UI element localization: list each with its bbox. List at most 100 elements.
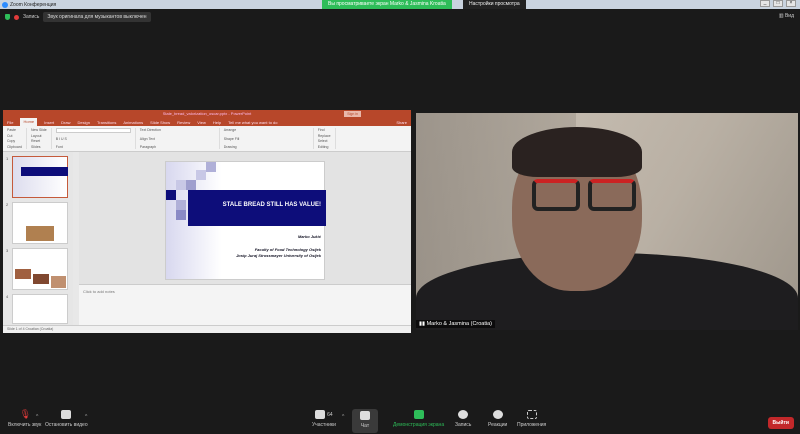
new-slide-button[interactable]: New Slide bbox=[31, 128, 47, 132]
share-screen-button[interactable]: Демонстрация экрана bbox=[393, 410, 444, 428]
group-label: Font bbox=[55, 145, 63, 149]
stop-video-button[interactable]: Остановить видео bbox=[45, 410, 88, 428]
ribbon-tabs: File Home Insert Draw Design Transitions… bbox=[3, 118, 411, 126]
tab-animations[interactable]: Animations bbox=[123, 120, 143, 125]
close-button[interactable]: × bbox=[786, 0, 796, 7]
font-name-field[interactable] bbox=[55, 128, 131, 133]
participant-name-label: ▮▮ Marko & Jasmina (Croatia) bbox=[416, 320, 496, 328]
layout-button[interactable]: Layout bbox=[31, 134, 47, 138]
tab-transitions[interactable]: Transitions bbox=[97, 120, 116, 125]
participant-name: Marko & Jasmina (Croatia) bbox=[426, 321, 493, 327]
reactions-label: Реакции bbox=[488, 422, 508, 428]
arrange-button[interactable]: Arrange bbox=[224, 128, 309, 132]
share-button[interactable]: Share bbox=[396, 120, 411, 125]
text-direction-button[interactable]: Text Direction bbox=[140, 128, 215, 132]
slide-thumbnails[interactable]: 1 2 3 4 bbox=[3, 152, 73, 325]
tab-design[interactable]: Design bbox=[77, 120, 89, 125]
window-controls: _ □ × bbox=[760, 0, 796, 7]
chat-bubble-icon bbox=[360, 411, 370, 420]
original-sound-notice[interactable]: Звук оригинала для музыкантов выключен bbox=[43, 12, 151, 22]
apps-label: Приложения bbox=[517, 422, 547, 428]
shape-fill-button[interactable]: Shape Fill bbox=[224, 137, 309, 141]
record-icon bbox=[14, 14, 19, 20]
group-label: Paragraph bbox=[139, 145, 157, 149]
maximize-button[interactable]: □ bbox=[773, 0, 783, 7]
security-shield-icon[interactable] bbox=[5, 14, 10, 20]
tab-insert[interactable]: Insert bbox=[44, 120, 54, 125]
unmute-label: Включить звук bbox=[8, 422, 42, 428]
font-group: B I U S Font bbox=[55, 128, 136, 149]
glasses-left bbox=[532, 179, 580, 211]
group-label: Clipboard bbox=[7, 144, 22, 149]
slide-number: 2 bbox=[6, 202, 9, 207]
group-label: Slides bbox=[30, 144, 41, 149]
align-text-button[interactable]: Align Text bbox=[140, 137, 215, 141]
tab-slide-show[interactable]: Slide Show bbox=[150, 120, 170, 125]
view-options-button[interactable]: Настройки просмотра bbox=[463, 0, 526, 9]
replace-button[interactable]: Replace bbox=[318, 134, 331, 138]
current-slide[interactable]: STALE BREAD STILL HAS VALUE! Marko Jukić… bbox=[165, 161, 326, 280]
reset-button[interactable]: Reset bbox=[31, 139, 47, 143]
participant-video[interactable] bbox=[416, 113, 798, 330]
tab-help[interactable]: Help bbox=[213, 120, 221, 125]
decor-square bbox=[166, 190, 176, 200]
slide-title: STALE BREAD STILL HAS VALUE! bbox=[222, 202, 321, 208]
view-button[interactable]: ▥ Вид bbox=[779, 13, 794, 19]
audio-options-caret[interactable]: ^ bbox=[36, 414, 38, 420]
copy-button[interactable]: Copy bbox=[7, 139, 22, 143]
tab-view[interactable]: View bbox=[197, 120, 206, 125]
tab-home[interactable]: Home bbox=[20, 118, 38, 126]
participants-label: Участники bbox=[312, 422, 336, 428]
share-screen-label: Демонстрация экрана bbox=[393, 422, 445, 428]
slide-thumbnail-3[interactable] bbox=[12, 248, 68, 290]
zoom-app-tab[interactable]: Zoom Конференция bbox=[0, 1, 56, 8]
minimize-button[interactable]: _ bbox=[760, 0, 770, 7]
document-title: Stale_bread_valorization_oscar.pptx - Po… bbox=[162, 111, 252, 116]
decor-square bbox=[176, 180, 186, 190]
drawing-group: Arrange Shape Fill Drawing bbox=[224, 128, 314, 149]
apps-button[interactable]: Приложения bbox=[517, 410, 546, 428]
participants-caret[interactable]: ^ bbox=[342, 414, 344, 420]
smiley-icon bbox=[492, 410, 503, 419]
tab-file[interactable]: File bbox=[7, 120, 13, 125]
participants-icon bbox=[315, 410, 326, 419]
slide-number: 1 bbox=[6, 156, 9, 161]
slide-thumbnail-2[interactable] bbox=[12, 202, 68, 244]
record-button[interactable]: Запись bbox=[455, 410, 471, 428]
tab-review[interactable]: Review bbox=[177, 120, 190, 125]
group-label: Drawing bbox=[223, 145, 237, 149]
slide-affiliation-2: Josip Juraj Strossmayer University of Os… bbox=[236, 253, 321, 258]
reactions-button[interactable]: Реакции bbox=[488, 410, 507, 428]
share-screen-icon bbox=[413, 410, 424, 419]
participants-button[interactable]: 64 Участники bbox=[312, 410, 336, 428]
stop-video-label: Остановить видео bbox=[45, 422, 88, 428]
select-button[interactable]: Select bbox=[318, 139, 331, 143]
chat-label: Чат bbox=[360, 423, 370, 429]
shared-screen: Stale_bread_valorization_oscar.pptx - Po… bbox=[3, 110, 411, 333]
cut-button[interactable]: Cut bbox=[7, 134, 22, 138]
ribbon: Paste Cut Copy Clipboard New Slide Layout Res… bbox=[3, 126, 411, 152]
find-button[interactable]: Find bbox=[318, 128, 331, 132]
chat-button[interactable]: Чат bbox=[352, 409, 378, 433]
slide-thumbnail-4[interactable] bbox=[12, 294, 68, 324]
title-band bbox=[188, 190, 326, 226]
slide-affiliation-1: Faculty of Food Technology Osijek bbox=[254, 247, 321, 252]
leave-button[interactable]: Выйти bbox=[767, 417, 794, 429]
meeting-info-bar: Запись Звук оригинала для музыкантов вык… bbox=[0, 9, 800, 25]
font-format-buttons[interactable]: B I U S bbox=[56, 137, 131, 141]
paste-button[interactable]: Paste bbox=[7, 128, 22, 132]
sign-in-button[interactable]: Sign in bbox=[344, 111, 361, 117]
notes-pane[interactable]: Click to add notes bbox=[79, 284, 411, 325]
video-options-caret[interactable]: ^ bbox=[85, 414, 87, 420]
slide-editor[interactable]: STALE BREAD STILL HAS VALUE! Marko Jukić… bbox=[79, 152, 411, 284]
slide-thumbnail-1[interactable] bbox=[12, 156, 68, 198]
muted-mic-icon: 🎙 bbox=[19, 409, 32, 419]
participants-count: 64 bbox=[327, 411, 333, 418]
decor-square bbox=[176, 210, 186, 220]
clipboard-group: Paste Cut Copy Clipboard bbox=[7, 128, 27, 149]
decor-square bbox=[206, 162, 216, 172]
tell-me-search[interactable]: Tell me what you want to do bbox=[228, 120, 277, 125]
tab-draw[interactable]: Draw bbox=[61, 120, 70, 125]
group-label: Editing bbox=[317, 144, 329, 149]
paragraph-group: Text Direction Align Text Paragraph bbox=[140, 128, 220, 149]
